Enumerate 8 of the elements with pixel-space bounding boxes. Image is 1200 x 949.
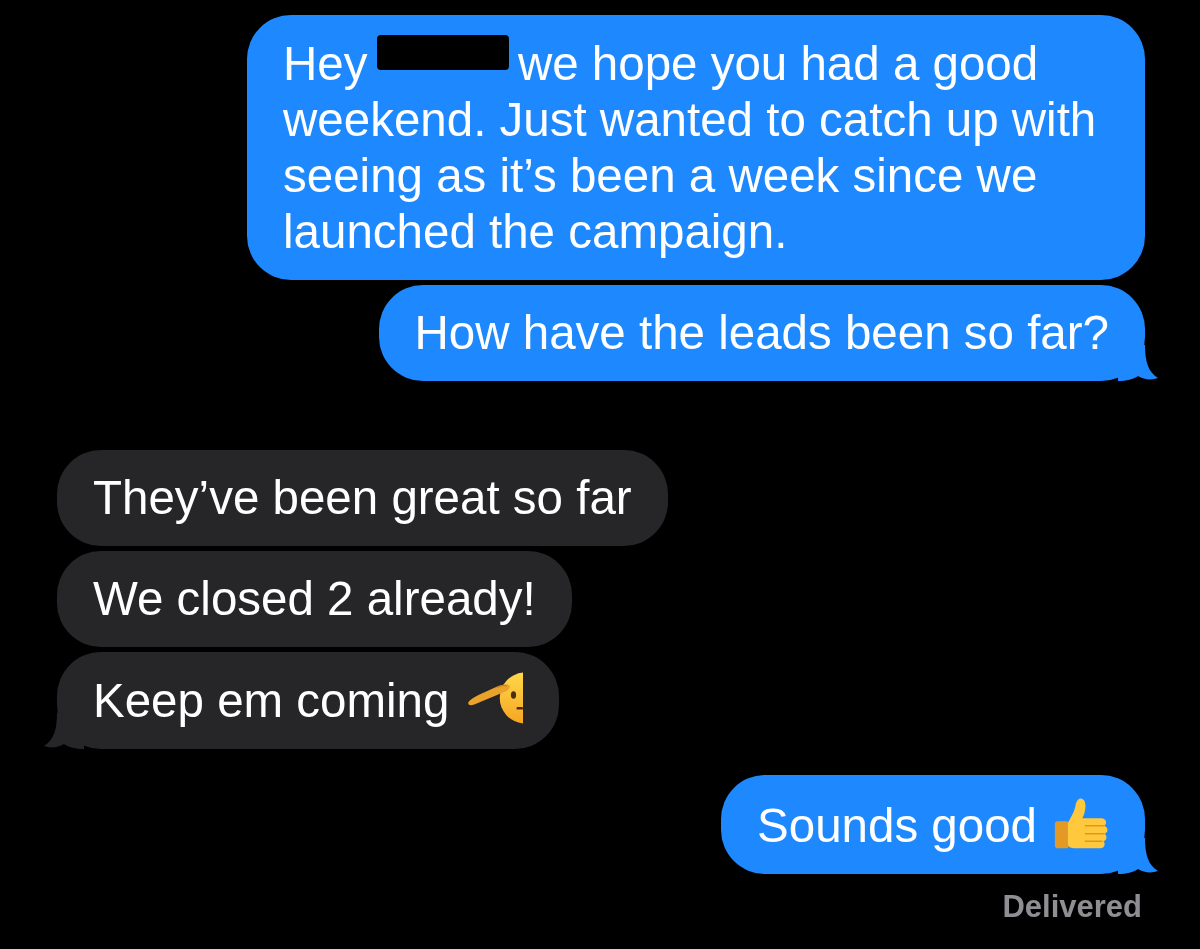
message-text: We closed 2 already! xyxy=(93,571,536,627)
delivery-status: Delivered xyxy=(1002,889,1142,925)
message-text: Keep em coming xyxy=(93,673,450,729)
message-text: Sounds good xyxy=(757,798,1037,854)
salute-emoji-icon xyxy=(467,672,524,724)
message-text: They’ve been great so far xyxy=(93,470,632,526)
message-text: How have the leads been so far? xyxy=(414,305,1109,361)
message-text: Hey we hope you had a good weekend. Just wanted to catch up with seeing as it’s been a week since we launched the campaign. xyxy=(283,35,1098,260)
